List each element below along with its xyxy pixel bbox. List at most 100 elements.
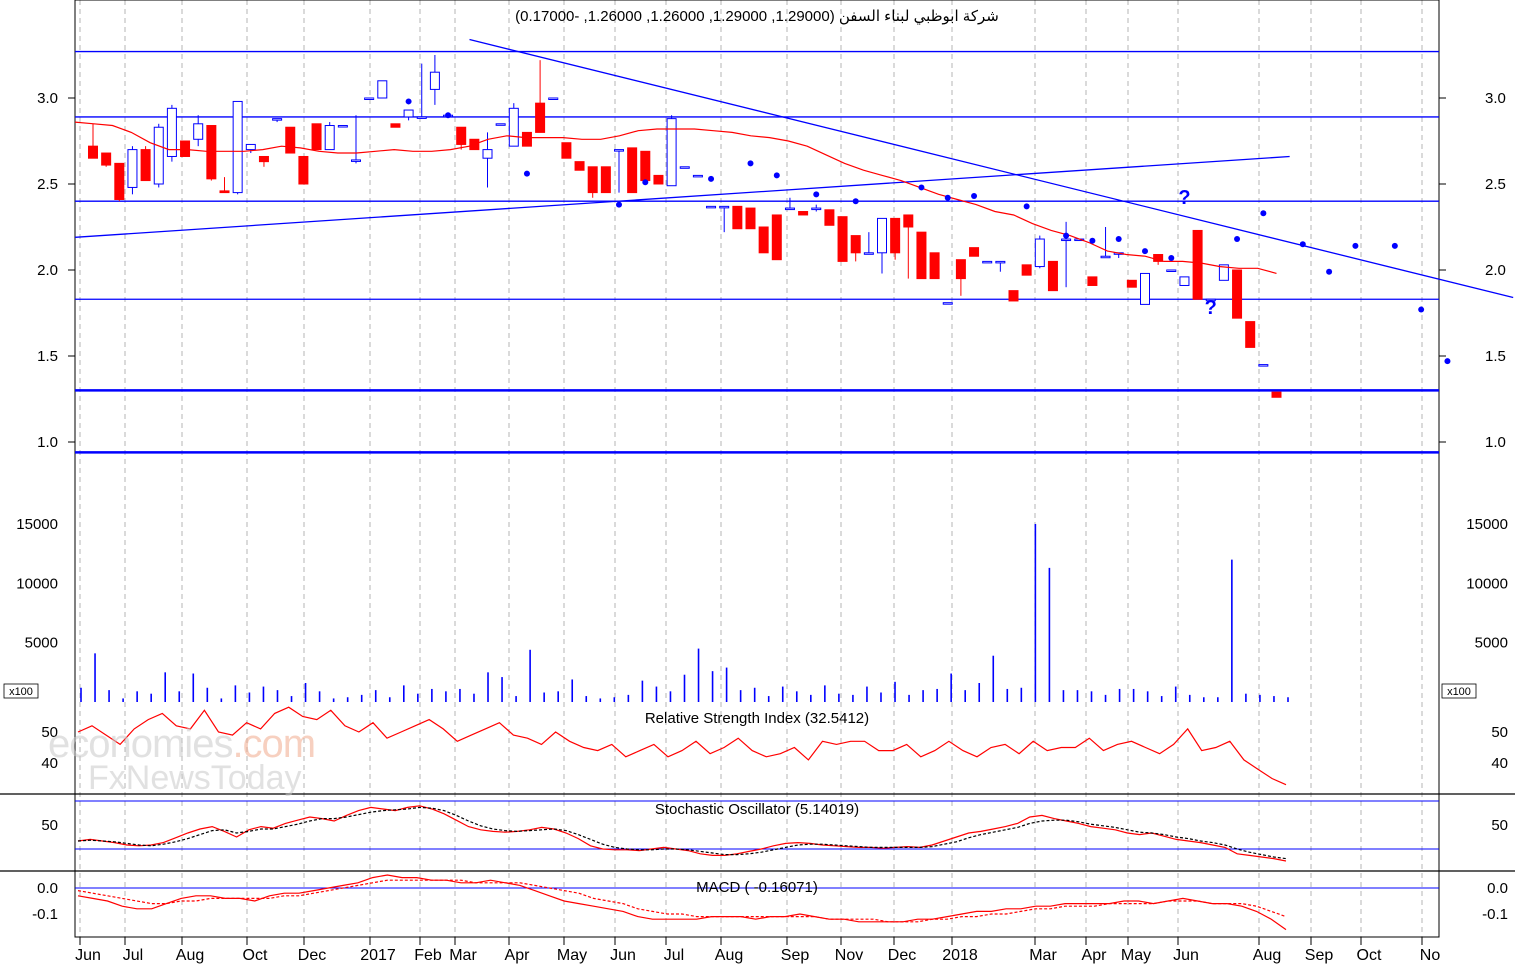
signal-dot bbox=[1418, 306, 1425, 313]
signal-dot bbox=[1391, 242, 1398, 249]
candle bbox=[798, 211, 809, 216]
candle-body bbox=[1271, 391, 1282, 398]
x-axis-label: Jul bbox=[123, 947, 143, 964]
candle bbox=[679, 166, 690, 169]
candle-body bbox=[995, 260, 1006, 264]
candle-body bbox=[153, 126, 164, 185]
candle bbox=[101, 152, 112, 167]
macd-tick-left: -0.1 bbox=[32, 906, 58, 923]
macd-tick-right: -0.1 bbox=[1482, 906, 1508, 923]
stock-chart: شركة ابوظبي لبناء السفن (1.29000, 1.2900… bbox=[0, 0, 1515, 964]
trendline bbox=[469, 38, 1514, 299]
candle-body bbox=[798, 211, 809, 216]
candle bbox=[811, 204, 822, 212]
candle bbox=[403, 109, 414, 121]
signal-dot bbox=[708, 175, 715, 182]
x-axis-label: Oct bbox=[1357, 947, 1382, 964]
candle bbox=[903, 214, 914, 279]
macd-signal-line bbox=[77, 879, 1287, 923]
macd-tick-left: 0.0 bbox=[37, 880, 58, 897]
candle-body bbox=[982, 260, 993, 264]
candle bbox=[206, 125, 217, 181]
candle bbox=[180, 140, 191, 157]
candle bbox=[521, 131, 532, 147]
candle-body bbox=[272, 118, 283, 121]
candle bbox=[732, 205, 743, 230]
volume-tick-left: 5000 bbox=[25, 635, 58, 652]
candle-body bbox=[955, 259, 966, 280]
candle bbox=[298, 155, 309, 185]
candle-body bbox=[337, 125, 348, 128]
candle bbox=[114, 162, 125, 202]
candle-body bbox=[245, 143, 256, 151]
stochastic-panel: Stochastic Oscillator (5.14019) bbox=[75, 800, 1439, 862]
rsi-panel: Relative Strength Index (32.5412) bbox=[77, 706, 1287, 786]
candle bbox=[929, 252, 940, 280]
candle-body bbox=[837, 216, 848, 262]
candle-body bbox=[1021, 264, 1032, 276]
signal-dot bbox=[747, 160, 754, 167]
candle bbox=[561, 142, 572, 159]
x-axis-label: Dec bbox=[298, 947, 326, 964]
candle bbox=[219, 177, 230, 194]
x-axis-label: No bbox=[1420, 947, 1441, 964]
candle bbox=[535, 60, 546, 133]
candle-body bbox=[258, 155, 269, 163]
candle bbox=[153, 123, 164, 188]
candle-body bbox=[482, 149, 493, 159]
candle-body bbox=[285, 126, 296, 154]
price-tick-left: 2.0 bbox=[37, 262, 58, 279]
signal-dot bbox=[1089, 237, 1096, 244]
candle-body bbox=[850, 235, 861, 254]
price-tick-right: 2.0 bbox=[1485, 262, 1506, 279]
candle bbox=[653, 174, 664, 185]
candle-body bbox=[1245, 321, 1256, 348]
volume-tick-left: 10000 bbox=[16, 575, 58, 592]
price-tick-left: 3.0 bbox=[37, 90, 58, 107]
candle-body bbox=[390, 123, 401, 128]
candle bbox=[1192, 229, 1203, 300]
signal-dot bbox=[1260, 210, 1267, 217]
candle bbox=[916, 231, 927, 280]
candle bbox=[692, 174, 703, 178]
candle-body bbox=[140, 149, 151, 182]
candle bbox=[1008, 290, 1019, 302]
candle bbox=[351, 115, 361, 164]
candle-body bbox=[1258, 364, 1269, 367]
candle-body bbox=[377, 80, 388, 99]
candle bbox=[311, 123, 322, 151]
macd-title: MACD ( -0.16071) bbox=[696, 879, 818, 896]
x-axis-label: May bbox=[1121, 947, 1151, 964]
candle bbox=[942, 302, 953, 305]
plot-frame bbox=[74, 0, 1440, 938]
candle bbox=[1166, 269, 1177, 272]
candle-body bbox=[614, 149, 624, 152]
volume-panel bbox=[80, 524, 1289, 702]
candle-body bbox=[587, 166, 598, 194]
candle bbox=[758, 226, 769, 254]
signal-dot bbox=[405, 98, 412, 105]
rsi-tick-left: 40 bbox=[41, 755, 58, 772]
candle-body bbox=[1179, 276, 1190, 286]
candle-body bbox=[877, 217, 887, 254]
price-panel: شركة ابوظبي لبناء السفن (1.29000, 1.2900… bbox=[74, 8, 1514, 454]
candle-body bbox=[890, 217, 901, 254]
multiplier-label: x100 bbox=[1447, 686, 1471, 698]
signal-dot bbox=[1326, 268, 1333, 275]
x-axis-label: Sep bbox=[781, 947, 810, 964]
candle-body bbox=[784, 207, 795, 211]
candle-body bbox=[706, 205, 717, 209]
rsi-title: Relative Strength Index (32.5412) bbox=[645, 710, 869, 727]
candle-body bbox=[416, 116, 427, 119]
x-axis-label: Apr bbox=[1082, 947, 1108, 964]
x-axis-label: 2017 bbox=[360, 947, 396, 964]
volume-tick-right: 10000 bbox=[1466, 575, 1508, 592]
candle-body bbox=[640, 150, 651, 182]
candle-body bbox=[1008, 290, 1019, 302]
candle-body bbox=[206, 125, 217, 180]
candle-body bbox=[653, 174, 664, 185]
candle bbox=[377, 80, 388, 99]
candle-body bbox=[1192, 229, 1203, 300]
price-title: شركة ابوظبي لبناء السفن (1.29000, 1.2900… bbox=[515, 8, 999, 26]
candle bbox=[574, 161, 585, 171]
